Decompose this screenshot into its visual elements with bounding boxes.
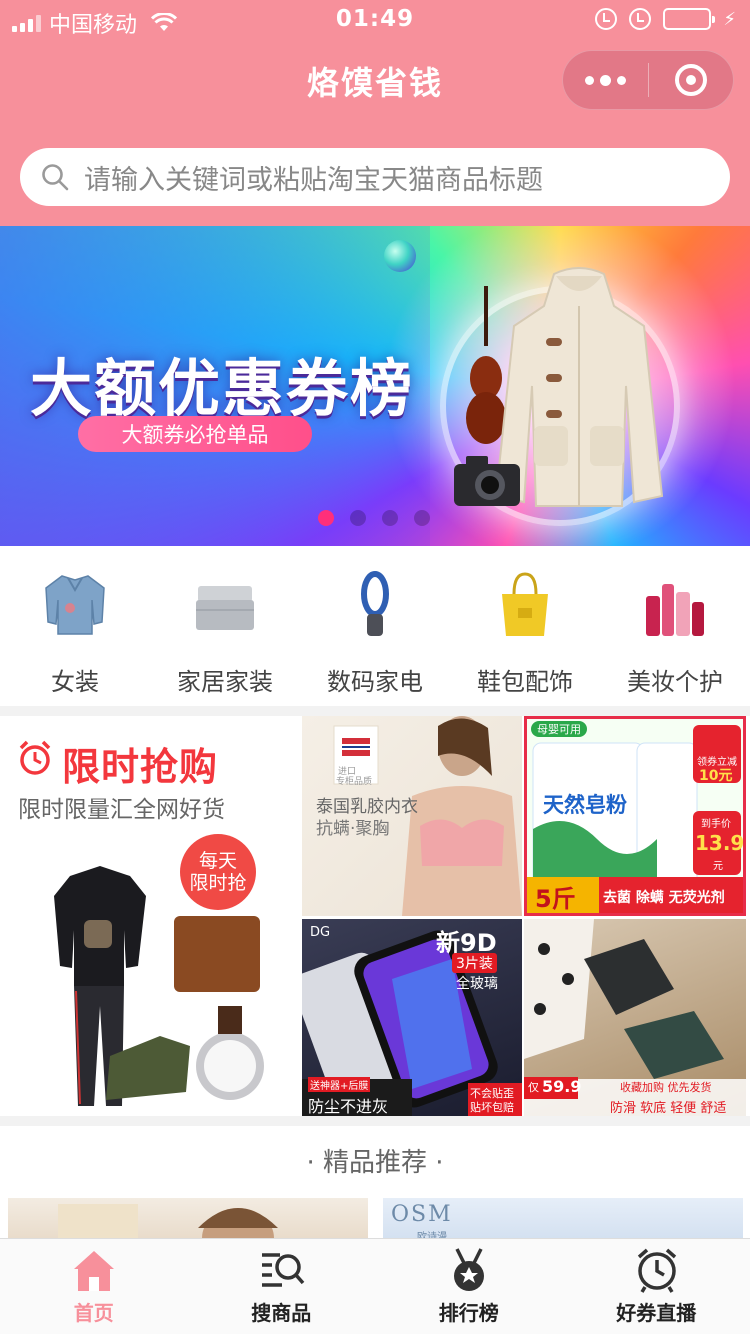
recommend-title: · 精品推荐 · [306, 1148, 444, 1178]
banner-title: 大额优惠券榜 [30, 352, 415, 425]
tab-label: 搜商品 [251, 1301, 312, 1325]
target-circle-icon [674, 64, 707, 96]
phone-brand: DG [310, 925, 331, 940]
alarm-clock-icon [19, 740, 51, 775]
category-beauty-care[interactable]: 美妆个护 [600, 546, 750, 706]
category-label: 鞋包配饰 [477, 668, 573, 696]
search-list-icon [261, 1253, 304, 1287]
tab-label: 好券直播 [616, 1301, 697, 1325]
soap-weight: 5斤 [535, 885, 576, 913]
banner-carousel[interactable]: 大额优惠券榜 大额券必抢单品 [0, 226, 750, 546]
home-icon [74, 1251, 114, 1291]
battery-icon [663, 8, 716, 30]
header-area: 中国移动 01:49 ⚡ 烙馍省钱 请输入关键词或粘贴淘宝天猫商品标题 [0, 0, 750, 226]
cosmetics-icon [646, 584, 704, 636]
category-label: 女装 [51, 668, 99, 696]
bra-features: 抗螨·聚胸 [316, 819, 390, 839]
carousel-dot[interactable] [350, 510, 366, 526]
more-menu-button[interactable] [563, 51, 648, 109]
charging-icon: ⚡ [723, 8, 736, 30]
status-bar: 中国移动 01:49 ⚡ [0, 0, 750, 40]
recommend-card[interactable]: OSM 欧诗漫 [383, 1198, 743, 1238]
phone-pack: 3片装 [452, 953, 497, 973]
medal-icon [454, 1248, 484, 1291]
shoe-price: 59.9 [542, 1077, 582, 1096]
recommend-card[interactable] [8, 1198, 368, 1238]
tab-coupon-live[interactable]: 好券直播 [563, 1239, 750, 1334]
alarm-icon [629, 8, 652, 30]
banner-orb-decoration [384, 240, 416, 272]
carousel-dot[interactable] [414, 510, 430, 526]
tab-home[interactable]: 首页 [0, 1239, 188, 1334]
phone-slogan: 防尘不进灰 [308, 1097, 389, 1116]
search-placeholder: 请输入关键词或粘贴淘宝天猫商品标题 [84, 164, 543, 196]
camera-image [454, 456, 520, 506]
banner-subtitle: 大额券必抢单品 [78, 416, 312, 452]
category-home-living[interactable]: 家居家装 [150, 546, 300, 706]
shoe-features: 防滑 软底 轻便 舒适 [610, 1101, 727, 1116]
daily-flash-badge: 每天 限时抢 [180, 834, 256, 910]
carousel-indicator [318, 510, 430, 526]
product-tile-soap-powder[interactable]: 母婴可用 天然皂粉 领券立减 10元 到手价 13.9 元 5斤 去菌 除螨 无… [524, 716, 746, 916]
soap-tag: 母婴可用 [531, 721, 587, 737]
tab-ranking[interactable]: 排行榜 [375, 1239, 563, 1334]
promo-section: 限时抢购 限时限量汇全网好货 每天 限时抢 进口 专柜品质 泰国乳胶内衣 抗螨·… [0, 716, 750, 1116]
category-digital-appliances[interactable]: 数码家电 [300, 546, 450, 706]
recommend-brand-sub: 欧诗漫 [417, 1232, 447, 1238]
tab-label: 首页 [73, 1301, 114, 1325]
denim-jacket-icon [45, 575, 105, 635]
search-input[interactable]: 请输入关键词或粘贴淘宝天猫商品标题 [20, 148, 730, 206]
bladeless-fan-icon [361, 571, 389, 636]
miniprogram-capsule [562, 50, 734, 110]
category-label: 家居家装 [177, 668, 273, 696]
product-tile-screen-protector[interactable]: DG 新9D 3片装 全玻璃 送神器+后膜 防尘不进灰 不会贴歪 贴坏包赔 [302, 919, 522, 1116]
soap-coupon-value: 10元 [699, 768, 733, 784]
phone-gift: 送神器+后膜 [308, 1077, 371, 1092]
rotation-lock-icon [595, 8, 618, 30]
category-shoes-bags[interactable]: 鞋包配饰 [450, 546, 600, 706]
category-label: 美妆个护 [627, 668, 723, 696]
alarm-clock-icon [637, 1248, 676, 1293]
tote-bag-icon [502, 572, 548, 636]
product-tile-latex-bra[interactable]: 进口 专柜品质 泰国乳胶内衣 抗螨·聚胸 [302, 716, 522, 916]
category-womens-clothing[interactable]: 女装 [0, 546, 150, 706]
bra-tag-line2: 专柜品质 [336, 777, 373, 787]
flash-sale-subtitle: 限时限量汇全网好货 [18, 797, 225, 823]
flash-sale-card[interactable]: 限时抢购 限时限量汇全网好货 每天 限时抢 [0, 716, 298, 1116]
recommend-section: · 精品推荐 · OSM 欧诗漫 [0, 1126, 750, 1238]
tab-bar: 首页 搜商品 排行榜 好券直播 [0, 1238, 750, 1334]
soap-price-label: 到手价 [701, 819, 731, 830]
carousel-dot[interactable] [382, 510, 398, 526]
more-dots-icon [584, 75, 594, 85]
soap-name: 天然皂粉 [543, 793, 627, 817]
bedding-icon [196, 586, 254, 630]
close-miniprogram-button[interactable] [649, 51, 734, 109]
phone-guarantee-2: 贴坏包赔 [470, 1101, 514, 1114]
recommend-brand: OSM [391, 1202, 453, 1227]
product-tile-sandals[interactable]: 收藏加购 优先发货 仅 59.9 防滑 软底 轻便 舒适 [524, 919, 746, 1116]
soap-price-unit: 元 [713, 861, 723, 872]
shoe-price-prefix: 仅 [528, 1081, 539, 1094]
carousel-dot[interactable] [318, 510, 334, 526]
phone-glass: 全玻璃 [456, 976, 498, 992]
category-label: 数码家电 [327, 668, 423, 696]
soap-price: 13.9 [695, 831, 745, 855]
status-right: ⚡ [595, 8, 736, 30]
recommend-product-image [58, 1204, 278, 1238]
shoe-promo: 收藏加购 优先发货 [620, 1081, 712, 1094]
tab-search-goods[interactable]: 搜商品 [188, 1239, 376, 1334]
soap-features: 去菌 除螨 无荧光剂 [603, 890, 725, 906]
category-grid: 女装 家居家装 数码家电 鞋包配饰 美妆个护 [0, 546, 750, 706]
search-icon [42, 164, 69, 191]
tab-label: 排行榜 [438, 1301, 499, 1325]
flash-sale-title: 限时抢购 [62, 745, 219, 789]
